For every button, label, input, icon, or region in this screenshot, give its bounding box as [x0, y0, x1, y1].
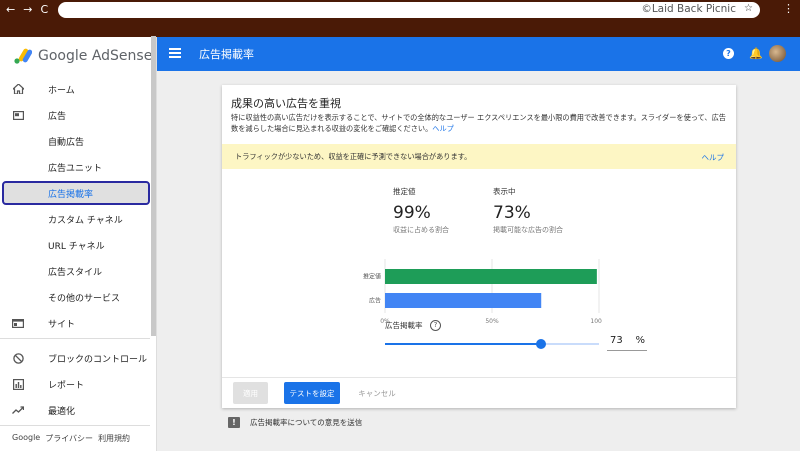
- metric-value: 99%: [393, 203, 431, 223]
- slider-fill: [385, 343, 542, 345]
- send-feedback[interactable]: ! 広告掲載率についての意見を送信: [228, 417, 362, 428]
- sidebar-item-url-channels[interactable]: URL チャネル: [0, 233, 150, 257]
- chart-bar: [385, 293, 542, 308]
- page-title: 広告掲載率: [199, 48, 254, 61]
- sidebar-item-ad-styles[interactable]: 広告スタイル: [0, 259, 150, 283]
- sidebar-item-label: その他のサービス: [48, 293, 121, 304]
- description-help-link[interactable]: ヘルプ: [432, 124, 454, 133]
- sidebar-item-optimization[interactable]: 最適化: [0, 398, 150, 422]
- browser-menu-icon[interactable]: ⋮: [783, 2, 794, 15]
- ad-balance-card: 成果の高い広告を重視 特に収益性の高い広告だけを表示することで、サイトでの全体的…: [222, 85, 736, 408]
- ads-shown-metric: 表示中 73% 掲載可能な広告の割合: [493, 186, 563, 235]
- sidebar: Google AdSense ホーム 広告 自動広告 広告ユニット 広告掲載率 …: [0, 37, 157, 451]
- help-icon[interactable]: ?: [723, 48, 734, 59]
- sidebar-item-label: URL チャネル: [48, 241, 105, 252]
- sidebar-item-label: 広告掲載率: [48, 190, 94, 200]
- sidebar-item-label: 広告ユニット: [48, 163, 103, 174]
- adsense-logo[interactable]: Google AdSense: [14, 46, 152, 66]
- sidebar-divider: [0, 338, 150, 339]
- metric-label: 推定値: [393, 187, 416, 196]
- percent-input[interactable]: 73 %: [607, 333, 647, 351]
- category-label: 推定値: [363, 273, 381, 281]
- sidebar-item-label: 自動広告: [48, 137, 85, 148]
- category-label: 広告: [369, 297, 381, 305]
- sidebar-item-label: ブロックのコントロール: [48, 354, 148, 365]
- sidebar-item-auto-ads[interactable]: 自動広告: [0, 129, 150, 153]
- sidebar-item-ad-units[interactable]: 広告ユニット: [0, 155, 150, 179]
- address-bar[interactable]: ©Laid Back Picnic ☆: [58, 2, 760, 18]
- bookmark-star-icon[interactable]: ☆: [744, 3, 753, 14]
- chart-bar: [385, 269, 597, 284]
- sidebar-item-label: 最適化: [48, 406, 76, 417]
- sidebar-item-custom-channels[interactable]: カスタム チャネル: [0, 207, 150, 231]
- sidebar-item-reports[interactable]: レポート: [0, 372, 150, 396]
- home-icon: [11, 82, 25, 96]
- card-actions: 適用 テストを設定 キャンセル: [222, 377, 736, 408]
- cancel-button[interactable]: キャンセル: [352, 382, 402, 404]
- metric-label: 表示中: [493, 187, 516, 196]
- percent-value: 73: [610, 335, 623, 346]
- sidebar-item-label: レポート: [48, 380, 85, 391]
- feedback-text: 広告掲載率についての意見を送信: [250, 418, 363, 427]
- url-text: ©Laid Back Picnic: [641, 3, 736, 15]
- card-description: 特に収益性の高い広告だけを表示することで、サイトでの全体的なユーザー エクスペリ…: [231, 112, 729, 134]
- adsense-logo-icon: [14, 48, 33, 64]
- x-tick-label: 50%: [485, 318, 499, 325]
- metric-value: 73%: [493, 203, 531, 223]
- sidebar-divider: [0, 425, 150, 426]
- percent-sign: %: [635, 335, 645, 346]
- sites-icon: [11, 316, 25, 330]
- x-tick-label: 100%: [590, 318, 602, 325]
- sidebar-footer: Google プライバシー 利用規約: [12, 433, 130, 444]
- slider-thumb[interactable]: [536, 339, 547, 349]
- sidebar-scrollbar[interactable]: [151, 36, 156, 336]
- privacy-link[interactable]: プライバシー: [45, 433, 93, 444]
- google-footer-label: Google: [12, 433, 41, 442]
- low-traffic-warning: トラフィックが少ないため、収益を正確に予測できない場合があります。 ヘルプ: [222, 144, 736, 169]
- terms-link[interactable]: 利用規約: [98, 433, 130, 444]
- warning-help-link[interactable]: ヘルプ: [702, 152, 725, 163]
- ads-icon: [11, 108, 25, 122]
- report-icon: [11, 377, 25, 391]
- card-title: 成果の高い広告を重視: [231, 97, 341, 110]
- sidebar-item-blocking-controls[interactable]: ブロックのコントロール: [0, 346, 150, 370]
- reload-icon[interactable]: C: [40, 4, 48, 16]
- logo-text: Google AdSense: [38, 48, 153, 64]
- set-up-test-button[interactable]: テストを設定: [284, 382, 340, 404]
- feedback-icon: !: [228, 417, 240, 428]
- back-icon[interactable]: ←: [6, 4, 15, 16]
- estimated-earnings-metric: 推定値 99% 収益に占める割合: [393, 186, 449, 235]
- apply-button[interactable]: 適用: [233, 382, 268, 404]
- browser-chrome: ← → C ©Laid Back Picnic ☆ ⋮: [0, 0, 800, 37]
- notification-bell-icon[interactable]: 🔔: [749, 47, 763, 60]
- metric-subtitle: 収益に占める割合: [393, 226, 449, 234]
- block-icon: [11, 351, 25, 365]
- sidebar-item-ads[interactable]: 広告: [0, 103, 150, 127]
- description-text: 特に収益性の高い広告だけを表示することで、サイトでの全体的なユーザー エクスペリ…: [231, 113, 726, 133]
- metric-subtitle: 掲載可能な広告の割合: [493, 226, 563, 234]
- sidebar-item-label: サイト: [48, 319, 76, 330]
- menu-icon[interactable]: [169, 48, 181, 58]
- app-bar: 広告掲載率 ? 🔔: [157, 37, 800, 71]
- sidebar-item-label: 広告スタイル: [48, 267, 103, 278]
- avatar[interactable]: [769, 45, 786, 62]
- browser-nav: ← → C: [6, 4, 48, 16]
- sidebar-item-label: ホーム: [48, 85, 75, 96]
- sidebar-item-home[interactable]: ホーム: [0, 77, 150, 101]
- sidebar-item-ad-balance[interactable]: 広告掲載率: [2, 181, 150, 205]
- slider-label: 広告掲載率: [385, 321, 423, 330]
- sidebar-item-other-services[interactable]: その他のサービス: [0, 285, 150, 309]
- bar-chart: 0%50%100%推定値広告: [363, 259, 602, 325]
- forward-icon[interactable]: →: [23, 4, 32, 16]
- ad-balance-slider[interactable]: [385, 339, 599, 349]
- slider-help-icon[interactable]: ?: [430, 320, 441, 331]
- sidebar-item-sites[interactable]: サイト: [0, 311, 150, 335]
- warning-text: トラフィックが少ないため、収益を正確に予測できない場合があります。: [235, 152, 472, 161]
- sidebar-item-label: カスタム チャネル: [48, 215, 123, 226]
- sidebar-item-label: 広告: [48, 111, 67, 122]
- trending-up-icon: [11, 403, 25, 417]
